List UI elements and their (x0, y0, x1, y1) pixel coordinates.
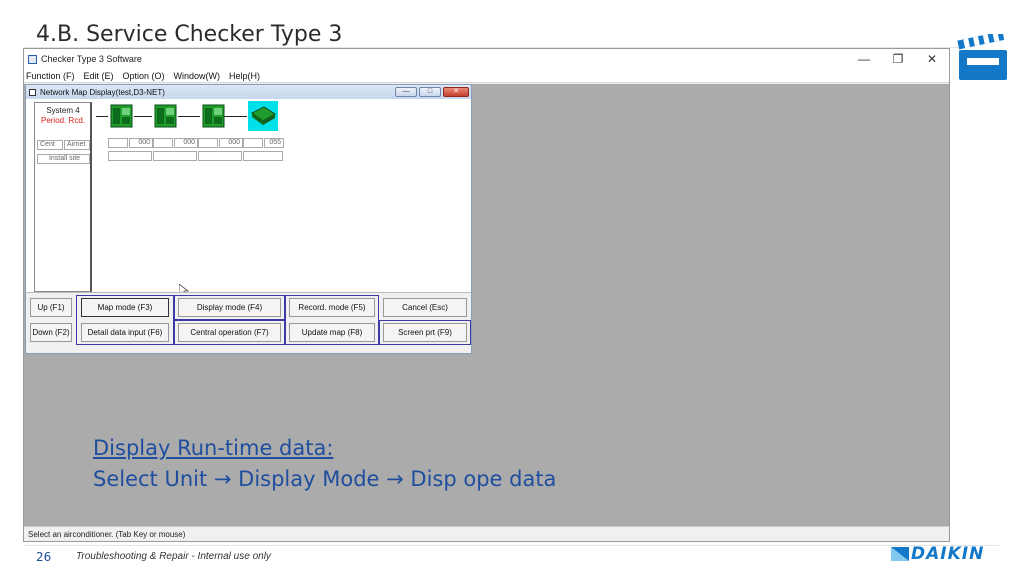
close-icon[interactable]: ✕ (915, 52, 949, 66)
address-cell: 055 (264, 138, 284, 148)
slide-title: 4.B. Service Checker Type 3 (36, 22, 343, 47)
menu-function[interactable]: Function (F) (26, 71, 75, 81)
menu-window[interactable]: Window(W) (174, 71, 221, 81)
instruction-note: Display Run-time data: Select Unit → Dis… (93, 433, 556, 495)
install-site-field (243, 151, 283, 161)
network-map[interactable]: System 4 Period. Rcd. Cent Airnet Instal… (26, 99, 471, 292)
page-number: 26 (36, 550, 52, 564)
window-icon (29, 88, 36, 96)
network-map-window: Network Map Display(test,D3-NET) — □ ✕ S… (25, 84, 472, 354)
child-restore-icon[interactable]: □ (419, 87, 441, 97)
menu-edit[interactable]: Edit (E) (84, 71, 114, 81)
app-titlebar: Checker Type 3 Software — ❐ ✕ (24, 49, 949, 69)
restore-icon[interactable]: ❐ (881, 52, 915, 66)
cancel-button[interactable]: Cancel (Esc) (383, 298, 467, 317)
system-name: System 4 (46, 106, 80, 115)
outdoor-unit-icon[interactable] (110, 103, 133, 129)
address-cell-blank (153, 138, 173, 148)
airnet-cell: Airnet (64, 140, 90, 150)
indoor-unit-selected-icon[interactable] (248, 101, 278, 131)
note-heading: Display Run-time data: (93, 436, 334, 460)
status-bar: Select an airconditioner. (Tab Key or mo… (24, 526, 949, 541)
footer-divider (24, 545, 999, 546)
network-connector (96, 116, 108, 117)
window-controls: — ❐ ✕ (847, 52, 949, 66)
clapperboard-icon (957, 34, 1007, 80)
system-column: System 4 Period. Rcd. Cent Airnet Instal… (34, 102, 92, 292)
outdoor-unit-icon[interactable] (154, 103, 177, 129)
screen-print-button[interactable]: Screen prt (F9) (383, 323, 467, 342)
child-close-icon[interactable]: ✕ (443, 87, 469, 97)
up-button[interactable]: Up (F1) (30, 298, 72, 317)
install-site-field (153, 151, 197, 161)
address-cell-blank (108, 138, 128, 148)
outdoor-unit-icon[interactable] (202, 103, 225, 129)
cent-cell: Cent (37, 140, 63, 150)
display-mode-button[interactable]: Display mode (F4) (178, 298, 281, 317)
install-site-field (198, 151, 242, 161)
daikin-logo: DAIKIN (889, 542, 999, 566)
child-window-controls: — □ ✕ (395, 87, 471, 97)
app-title: Checker Type 3 Software (41, 54, 142, 64)
network-connector (224, 116, 247, 117)
footer-text: Troubleshooting & Repair - Internal use … (76, 551, 271, 562)
menubar: Function (F) Edit (E) Option (O) Window(… (24, 69, 949, 83)
central-operation-button[interactable]: Central operation (F7) (178, 323, 281, 342)
address-cell: 000 (219, 138, 243, 148)
menu-help[interactable]: Help(H) (229, 71, 260, 81)
child-minimize-icon[interactable]: — (395, 87, 417, 97)
update-map-button[interactable]: Update map (F8) (289, 323, 375, 342)
logo-text: DAIKIN (911, 544, 985, 564)
down-button[interactable]: Down (F2) (30, 323, 72, 342)
network-connector (178, 116, 200, 117)
note-steps: Select Unit → Display Mode → Disp ope da… (93, 467, 557, 491)
child-titlebar: Network Map Display(test,D3-NET) — □ ✕ (26, 85, 471, 99)
record-mode-button[interactable]: Record. mode (F5) (289, 298, 375, 317)
menu-option[interactable]: Option (O) (123, 71, 165, 81)
app-icon (28, 54, 37, 64)
detail-data-input-button[interactable]: Detail data input (F6) (81, 323, 169, 342)
map-mode-button[interactable]: Map mode (F3) (81, 298, 169, 317)
child-title: Network Map Display(test,D3-NET) (40, 87, 165, 97)
period-record-label: Period. Rcd. (40, 116, 86, 125)
network-connector (134, 116, 152, 117)
slide: 4.B. Service Checker Type 3 Checker Type… (0, 0, 1024, 574)
address-cell-blank (198, 138, 218, 148)
address-cell-blank (243, 138, 263, 148)
daikin-logo-mark-icon (891, 547, 909, 561)
address-cell: 000 (174, 138, 198, 148)
button-panel: Up (F1) Map mode (F3) Display mode (F4) … (26, 292, 471, 353)
install-site-cell: Install site (37, 154, 90, 164)
address-cell: 000 (129, 138, 153, 148)
system-label: System 4 Period. Rcd. (35, 106, 91, 126)
minimize-icon[interactable]: — (847, 52, 881, 66)
install-site-field (108, 151, 152, 161)
